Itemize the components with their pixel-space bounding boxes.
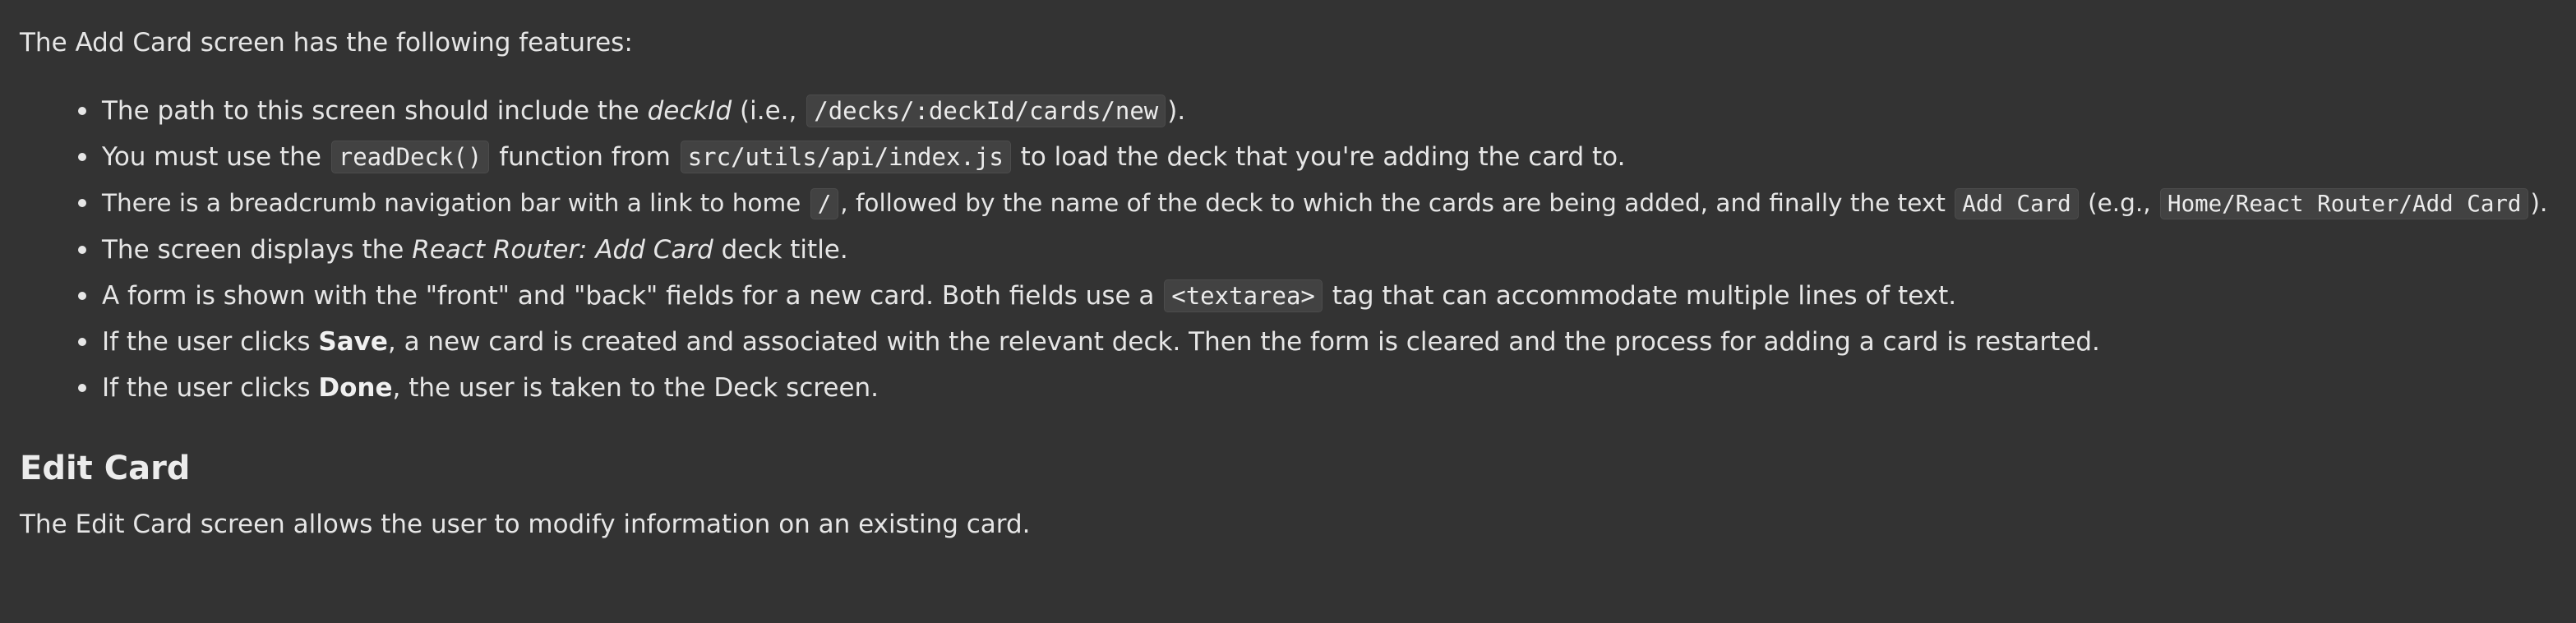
emphasis-deckid: deckId	[647, 96, 732, 126]
emphasis-deck-title: React Router: Add Card	[412, 235, 713, 265]
section-heading-edit-card: Edit Card	[20, 450, 191, 487]
bullet-icon	[78, 384, 86, 392]
list-item: If the user clicks Done, the user is tak…	[78, 365, 2556, 411]
text-segment: If the user clicks	[102, 327, 319, 357]
text-segment: There is a breadcrumb navigation bar wit…	[102, 189, 809, 217]
intro-paragraph: The Add Card screen has the following fe…	[20, 28, 633, 58]
document-content: The Add Card screen has the following fe…	[0, 0, 2576, 623]
strong-done: Done	[318, 373, 393, 403]
bullet-icon	[78, 199, 86, 207]
list-item: A form is shown with the "front" and "ba…	[78, 273, 2556, 319]
bullet-icon	[78, 246, 86, 254]
code-add-card: Add Card	[1955, 188, 2079, 219]
text-segment: (e.g.,	[2080, 189, 2159, 217]
bullet-icon	[78, 292, 86, 300]
bullet-icon	[78, 153, 86, 161]
bullet-icon	[78, 338, 86, 346]
text-segment: If the user clicks	[102, 373, 319, 403]
text-segment: The screen displays the	[102, 235, 413, 265]
list-item: The path to this screen should include t…	[78, 88, 2556, 134]
text-segment: function from	[491, 142, 679, 172]
strong-save: Save	[318, 327, 388, 357]
text-segment: , a new card is created and associated w…	[387, 327, 2100, 357]
text-segment: ).	[1167, 96, 1186, 126]
list-item: There is a breadcrumb navigation bar wit…	[78, 180, 2556, 227]
text-segment: ).	[2530, 189, 2548, 217]
text-segment: deck title.	[713, 235, 848, 265]
code-home-path: /	[810, 188, 839, 219]
section-paragraph: The Edit Card screen allows the user to …	[20, 510, 1031, 539]
text-segment: , the user is taken to the Deck screen.	[392, 373, 879, 403]
bullet-icon	[78, 107, 86, 115]
list-item: The screen displays the React Router: Ad…	[78, 227, 2556, 273]
text-segment: A form is shown with the "front" and "ba…	[102, 281, 1163, 311]
code-breadcrumb-example: Home/React Router/Add Card	[2160, 188, 2529, 219]
list-item: You must use the readDeck() function fro…	[78, 134, 2556, 180]
code-api-file: src/utils/api/index.js	[680, 141, 1011, 173]
text-segment: You must use the	[102, 142, 330, 172]
text-segment: The path to this screen should include t…	[102, 96, 648, 126]
text-segment: to load the deck that you're adding the …	[1012, 142, 1626, 172]
code-path: /decks/:deckId/cards/new	[806, 95, 1166, 127]
code-readdeck: readDeck()	[330, 141, 490, 173]
code-textarea: <textarea>	[1164, 279, 1323, 312]
text-segment: , followed by the name of the deck to wh…	[840, 189, 1954, 217]
feature-list: The path to this screen should include t…	[20, 88, 2556, 411]
text-segment: tag that can accommodate multiple lines …	[1323, 281, 1957, 311]
text-segment: (i.e.,	[732, 96, 806, 126]
list-item: If the user clicks Save, a new card is c…	[78, 319, 2556, 365]
